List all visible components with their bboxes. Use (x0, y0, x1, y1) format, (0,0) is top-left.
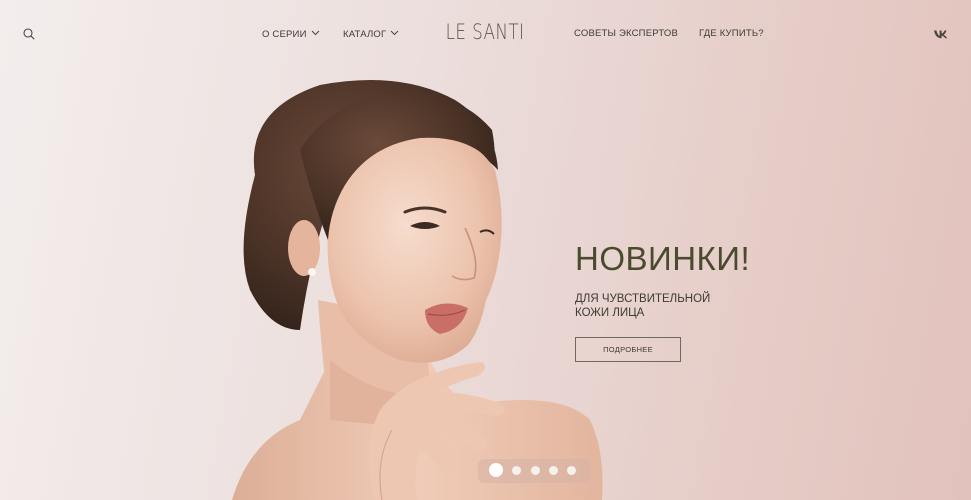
hero-title: НОВИНКИ! (575, 240, 751, 277)
slider-dot-1[interactable] (489, 463, 503, 477)
hero-subtitle: для чувствительной кожи лица (575, 292, 755, 320)
hero-portrait-image (232, 80, 603, 500)
slider-dot-3[interactable] (531, 466, 540, 475)
hero-subtitle-line2: кожи лица (575, 307, 645, 319)
slider-dot-2[interactable] (512, 466, 521, 475)
hero-subtitle-line1: для чувствительной (575, 293, 711, 305)
slider-dot-5[interactable] (567, 466, 576, 475)
slider-dot-4[interactable] (549, 466, 558, 475)
more-details-button[interactable]: подробнее (575, 337, 681, 362)
